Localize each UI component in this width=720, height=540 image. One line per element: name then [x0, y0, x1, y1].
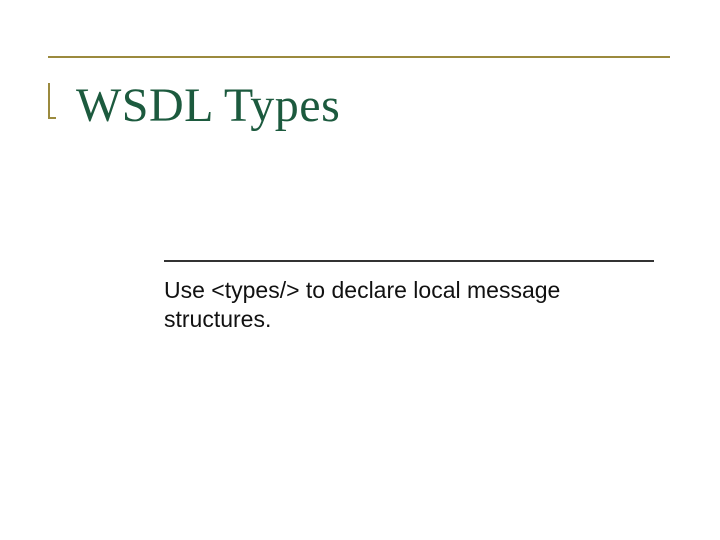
subtitle-rule [164, 260, 654, 262]
subtitle-block: Use <types/> to declare local message st… [48, 260, 670, 334]
slide-title: WSDL Types [76, 78, 672, 133]
title-rule [48, 56, 670, 58]
accent-tick [48, 83, 56, 119]
title-block: WSDL Types [48, 56, 672, 133]
slide: WSDL Types Use <types/> to declare local… [0, 0, 720, 540]
slide-subtitle: Use <types/> to declare local message st… [164, 276, 634, 334]
